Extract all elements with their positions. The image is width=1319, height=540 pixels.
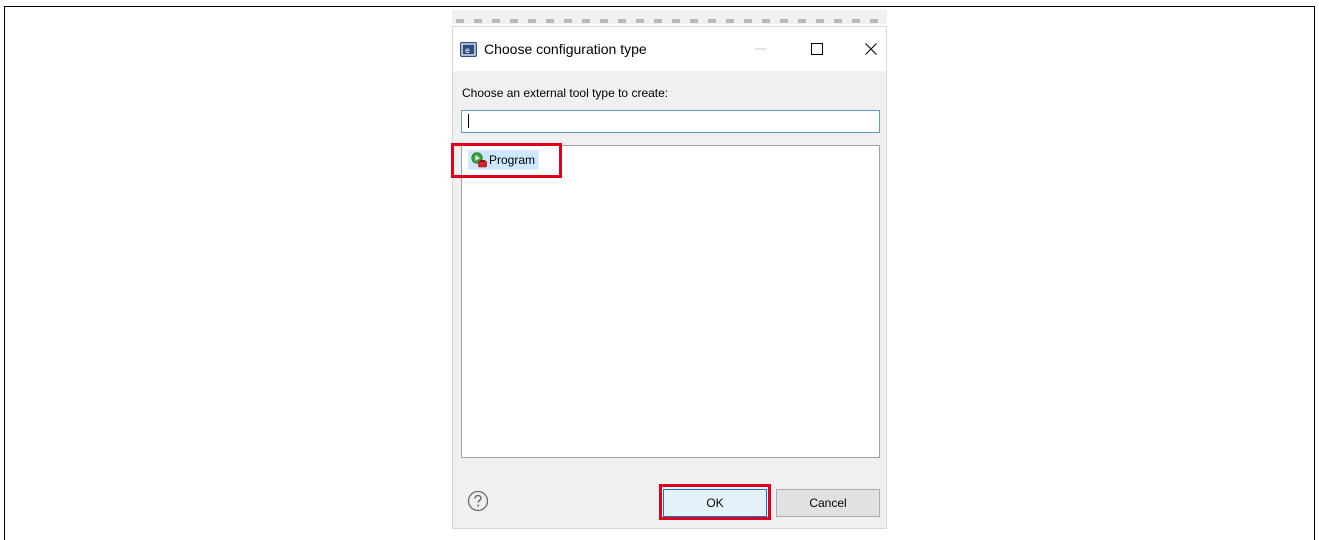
tool-type-list[interactable]: Program bbox=[461, 145, 880, 458]
minimize-icon bbox=[755, 48, 767, 50]
program-launch-icon bbox=[471, 152, 487, 168]
background-toolbar bbox=[452, 10, 887, 24]
choose-configuration-type-dialog: e Choose configuration type Choose an ex… bbox=[451, 26, 887, 529]
help-question-icon bbox=[467, 490, 489, 512]
filter-input[interactable] bbox=[461, 110, 880, 133]
ok-button[interactable]: OK bbox=[663, 489, 767, 517]
svg-text:e: e bbox=[465, 46, 470, 55]
dialog-title: Choose configuration type bbox=[484, 41, 647, 57]
maximize-icon bbox=[811, 43, 823, 55]
list-item-program[interactable]: Program bbox=[468, 150, 540, 170]
cancel-button[interactable]: Cancel bbox=[776, 489, 880, 517]
minimize-button[interactable] bbox=[743, 35, 779, 63]
text-caret bbox=[468, 114, 469, 128]
eclipse-app-icon: e bbox=[460, 42, 477, 57]
help-button[interactable] bbox=[467, 490, 489, 512]
maximize-button[interactable] bbox=[799, 35, 835, 63]
tool-type-prompt: Choose an external tool type to create: bbox=[462, 86, 669, 100]
list-item-label: Program bbox=[489, 153, 536, 167]
close-icon bbox=[865, 43, 877, 55]
close-button[interactable] bbox=[853, 35, 889, 63]
dialog-titlebar: e Choose configuration type bbox=[453, 27, 886, 71]
